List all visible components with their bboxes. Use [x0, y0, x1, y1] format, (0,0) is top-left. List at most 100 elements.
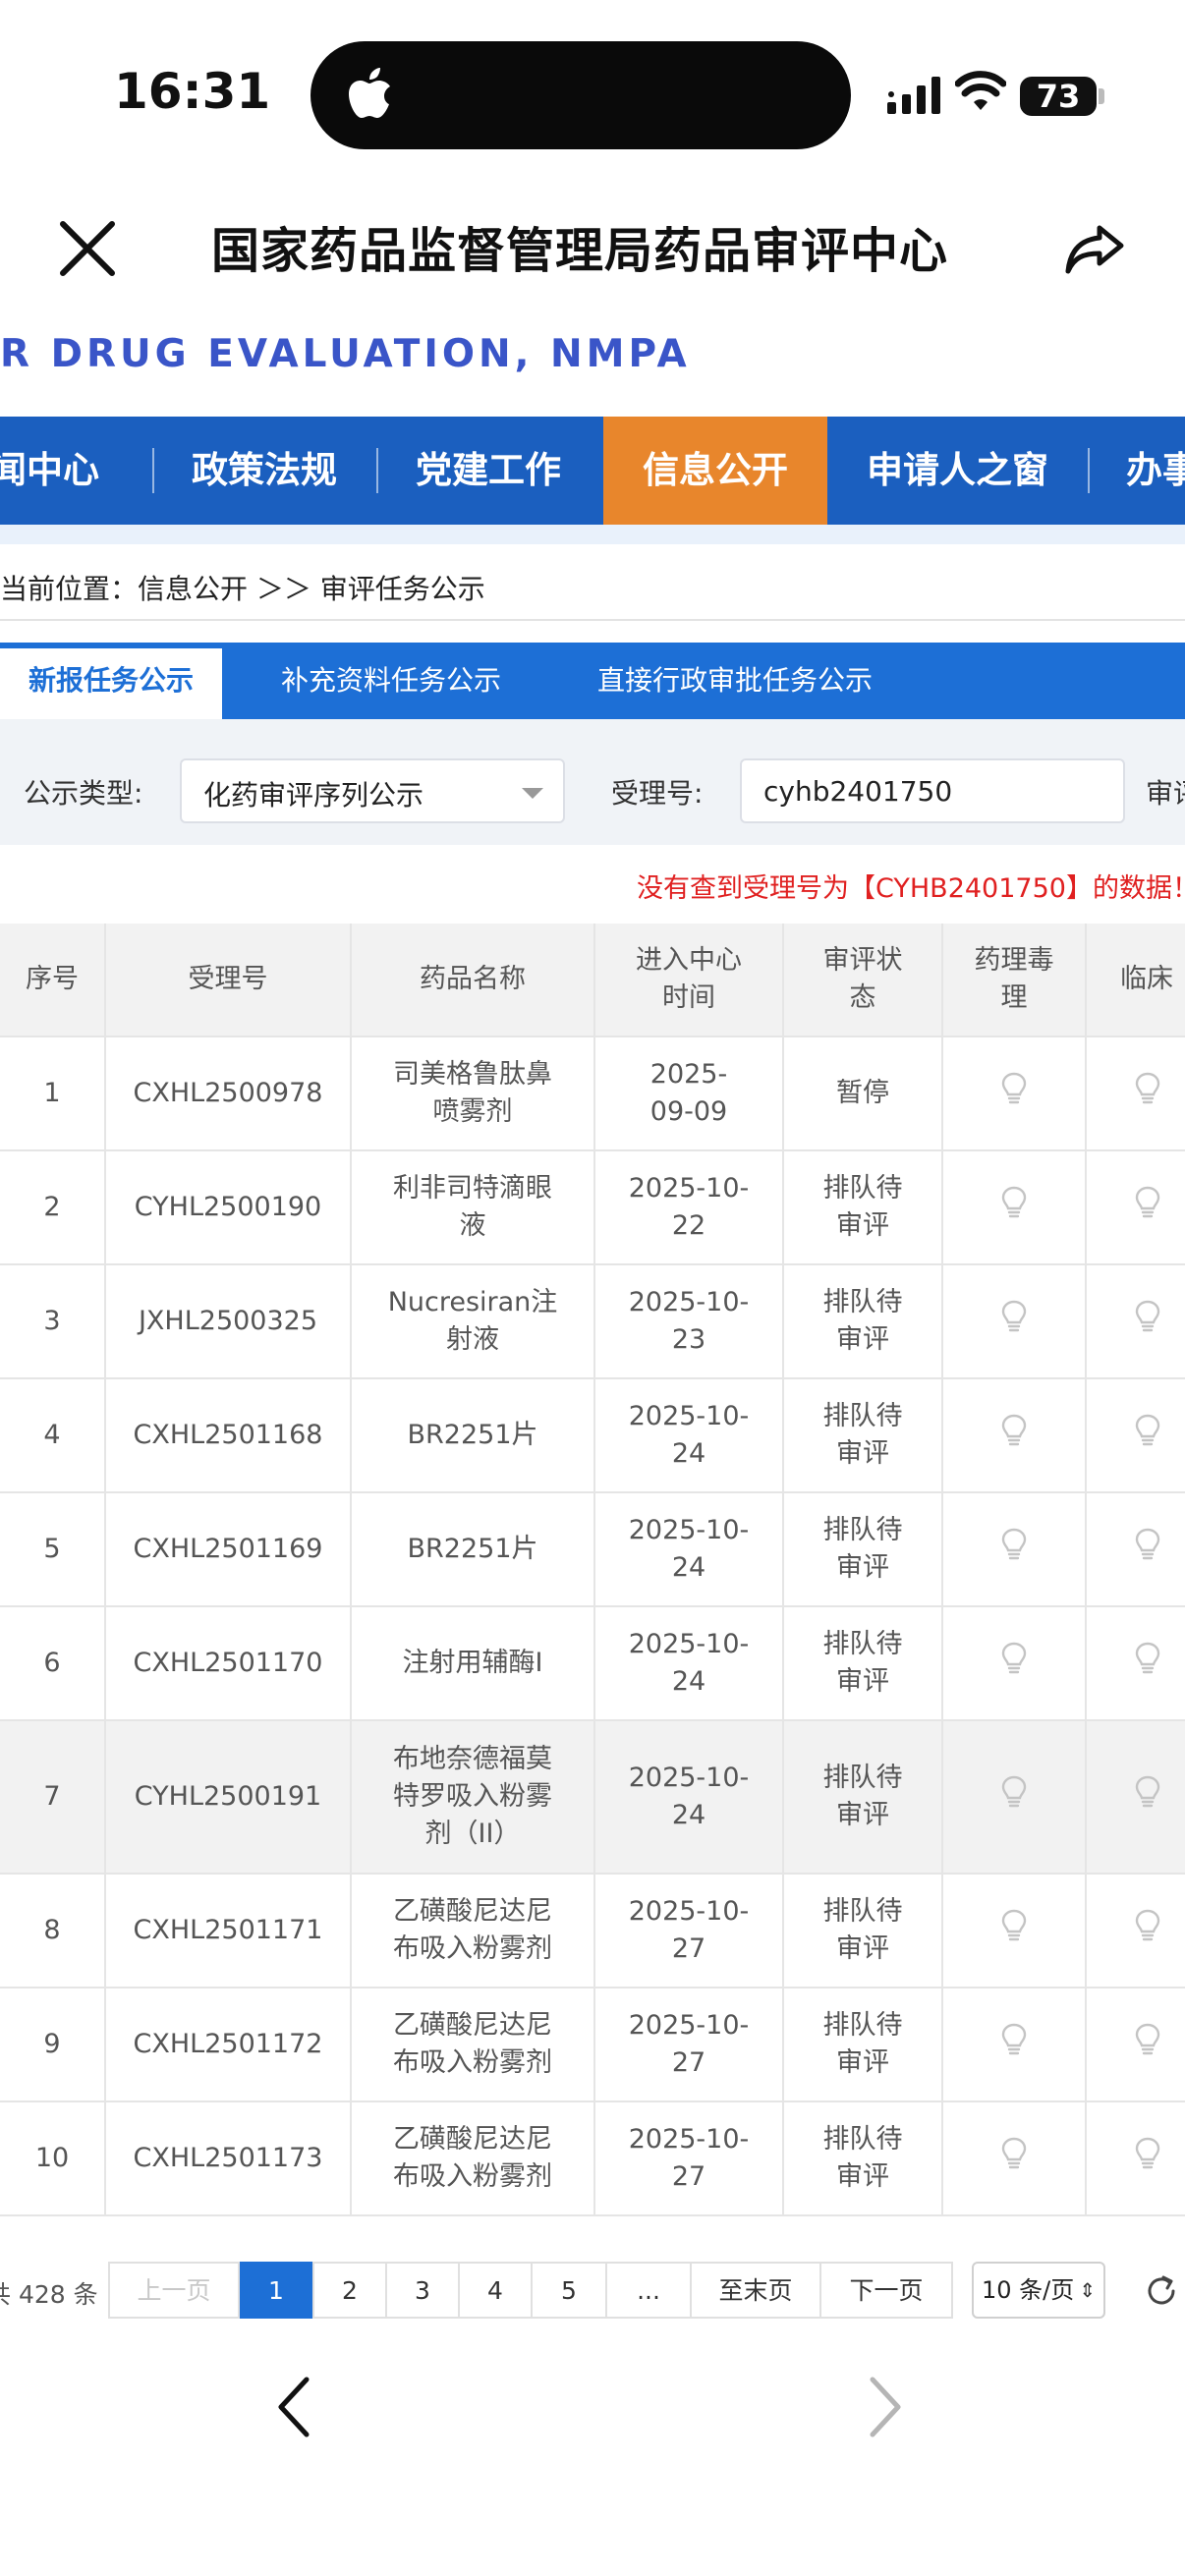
last-page-button[interactable]: 至末页 — [690, 2262, 821, 2319]
lightbulb-icon[interactable] — [1134, 1774, 1161, 1820]
cell-pharm[interactable] — [943, 1493, 1087, 1605]
status-line: 审评 — [836, 1552, 889, 1583]
header-entry-time-line2: 时间 — [662, 982, 715, 1013]
status-line: 排队待 — [822, 2124, 903, 2155]
entry-time-line: 2025-10- — [628, 1173, 750, 1204]
accept-no-label: 受理号: — [611, 777, 704, 810]
page-2-button[interactable]: 2 — [312, 2262, 387, 2319]
cell-clinical[interactable] — [1087, 1493, 1185, 1605]
header-drug-name: 药品名称 — [352, 924, 595, 1036]
updown-icon: ⇕ — [1079, 2278, 1096, 2302]
lightbulb-icon[interactable] — [1134, 1299, 1161, 1345]
filter-bar: 公示类型: 化药审评序列公示 受理号: 审评 — [0, 719, 1185, 845]
cell-clinical[interactable] — [1087, 1607, 1185, 1719]
table-row[interactable]: 1 CXHL2500978 司美格鲁肽鼻 喷雾剂 2025- 09-09 暂停 — [0, 1037, 1185, 1151]
cell-clinical[interactable] — [1087, 1265, 1185, 1377]
tab-new-tasks[interactable]: 新报任务公示 — [0, 648, 222, 719]
lightbulb-icon[interactable] — [1000, 1413, 1028, 1459]
lightbulb-icon[interactable] — [1134, 2022, 1161, 2068]
nav-item-services[interactable]: 办事 — [1126, 417, 1185, 525]
prev-page-button[interactable]: 上一页 — [108, 2262, 240, 2319]
page-size-select[interactable]: 10 条/页 ⇕ — [972, 2262, 1105, 2319]
lightbulb-icon[interactable] — [1134, 2136, 1161, 2182]
share-icon[interactable] — [1064, 218, 1125, 279]
table-row[interactable]: 8 CXHL2501171 乙磺酸尼达尼 布吸入粉雾剂 2025-10- 27 排队待 审评 — [0, 1875, 1185, 1988]
lightbulb-icon[interactable] — [1000, 1908, 1028, 1954]
lightbulb-icon[interactable] — [1000, 1299, 1028, 1345]
lightbulb-icon[interactable] — [1134, 1185, 1161, 1231]
cell-status: 排队待 审评 — [784, 1379, 943, 1491]
cell-pharm[interactable] — [943, 1037, 1087, 1149]
nav-item-info-public[interactable]: 信息公开 — [603, 417, 827, 525]
lightbulb-icon[interactable] — [1134, 1071, 1161, 1117]
lightbulb-icon[interactable] — [1000, 2022, 1028, 2068]
table-row[interactable]: 7 CYHL2500191 布地奈德福莫 特罗吸入粉雾 剂（II） 2025-10- 24 排… — [0, 1721, 1185, 1875]
page-3-button[interactable]: 3 — [385, 2262, 460, 2319]
type-select-value: 化药审评序列公示 — [203, 779, 424, 812]
cell-drug-name: BR2251片 — [352, 1493, 595, 1605]
accept-no-input[interactable] — [740, 758, 1125, 823]
cell-no: 2 — [0, 1151, 106, 1263]
cell-pharm[interactable] — [943, 1875, 1087, 1987]
close-icon[interactable] — [57, 218, 118, 279]
cell-clinical[interactable] — [1087, 2102, 1185, 2214]
tab-admin-approval-tasks[interactable]: 直接行政审批任务公示 — [597, 643, 873, 719]
cell-clinical[interactable] — [1087, 1037, 1185, 1149]
lightbulb-icon[interactable] — [1000, 1071, 1028, 1117]
chevron-left-icon[interactable] — [275, 2376, 314, 2438]
cell-pharm[interactable] — [943, 1607, 1087, 1719]
entry-time-line: 2025-10- — [628, 1629, 750, 1659]
table-row[interactable]: 3 JXHL2500325 Nucresiran注 射液 2025-10- 23 排队待 审评 — [0, 1265, 1185, 1379]
page-5-button[interactable]: 5 — [531, 2262, 607, 2319]
cell-accept-no: CXHL2501173 — [106, 2102, 352, 2214]
lightbulb-icon[interactable] — [1134, 1527, 1161, 1573]
cell-pharm[interactable] — [943, 1379, 1087, 1491]
cell-clinical[interactable] — [1087, 1875, 1185, 1987]
page-4-button[interactable]: 4 — [458, 2262, 533, 2319]
page-1-button[interactable]: 1 — [240, 2262, 312, 2319]
cell-pharm[interactable] — [943, 1151, 1087, 1263]
tab-supplement-tasks[interactable]: 补充资料任务公示 — [281, 643, 501, 719]
cell-clinical[interactable] — [1087, 1988, 1185, 2100]
lightbulb-icon[interactable] — [1000, 1185, 1028, 1231]
nav-item-applicant[interactable]: 申请人之窗 — [867, 417, 1048, 525]
chevron-right-icon — [870, 2377, 901, 2437]
cell-no: 5 — [0, 1493, 106, 1605]
lightbulb-icon[interactable] — [1134, 1908, 1161, 1954]
cell-pharm[interactable] — [943, 1721, 1087, 1873]
status-line: 审评 — [836, 2047, 889, 2078]
nav-item-party[interactable]: 党建工作 — [416, 417, 561, 525]
cell-clinical[interactable] — [1087, 1721, 1185, 1873]
table-row[interactable]: 4 CXHL2501168 BR2251片 2025-10- 24 排队待 审评 — [0, 1379, 1185, 1493]
cell-clinical[interactable] — [1087, 1379, 1185, 1491]
cell-pharm[interactable] — [943, 1265, 1087, 1377]
nav-item-news[interactable]: 闻中心 — [0, 417, 99, 525]
lightbulb-icon[interactable] — [1000, 1641, 1028, 1687]
cell-entry-time: 2025-10- 27 — [595, 1988, 784, 2100]
refresh-icon[interactable] — [1144, 2273, 1179, 2309]
lightbulb-icon[interactable] — [1000, 2136, 1028, 2182]
cell-no: 8 — [0, 1875, 106, 1987]
apple-icon — [349, 68, 390, 118]
page-size-value: 10 条/页 — [982, 2276, 1075, 2304]
ellipsis: ... — [605, 2262, 692, 2319]
status-line: 审评 — [836, 1933, 889, 1964]
cell-pharm[interactable] — [943, 2102, 1087, 2214]
table-row[interactable]: 5 CXHL2501169 BR2251片 2025-10- 24 排队待 审评 — [0, 1493, 1185, 1607]
next-page-button[interactable]: 下一页 — [819, 2262, 953, 2319]
table-row[interactable]: 2 CYHL2500190 利非司特滴眼液 2025-10- 22 排队待 审评 — [0, 1151, 1185, 1265]
entry-time-line: 2025-10- — [628, 1515, 750, 1545]
cell-pharm[interactable] — [943, 1988, 1087, 2100]
lightbulb-icon[interactable] — [1134, 1413, 1161, 1459]
cell-accept-no: CXHL2501172 — [106, 1988, 352, 2100]
lightbulb-icon[interactable] — [1000, 1527, 1028, 1573]
lightbulb-icon[interactable] — [1000, 1774, 1028, 1820]
table-row[interactable]: 9 CXHL2501172 乙磺酸尼达尼 布吸入粉雾剂 2025-10- 27 排队待 审评 — [0, 1988, 1185, 2102]
breadcrumb: 当前位置：信息公开 ＞＞ 审评任务公示 — [0, 573, 485, 605]
nav-item-policy[interactable]: 政策法规 — [192, 417, 337, 525]
table-row[interactable]: 6 CXHL2501170 注射用辅酶I 2025-10- 24 排队待 审评 — [0, 1607, 1185, 1721]
cell-clinical[interactable] — [1087, 1151, 1185, 1263]
table-row[interactable]: 10 CXHL2501173 乙磺酸尼达尼 布吸入粉雾剂 2025-10- 27 排队待 审评 — [0, 2102, 1185, 2216]
type-select[interactable]: 化药审评序列公示 — [180, 758, 565, 823]
lightbulb-icon[interactable] — [1134, 1641, 1161, 1687]
